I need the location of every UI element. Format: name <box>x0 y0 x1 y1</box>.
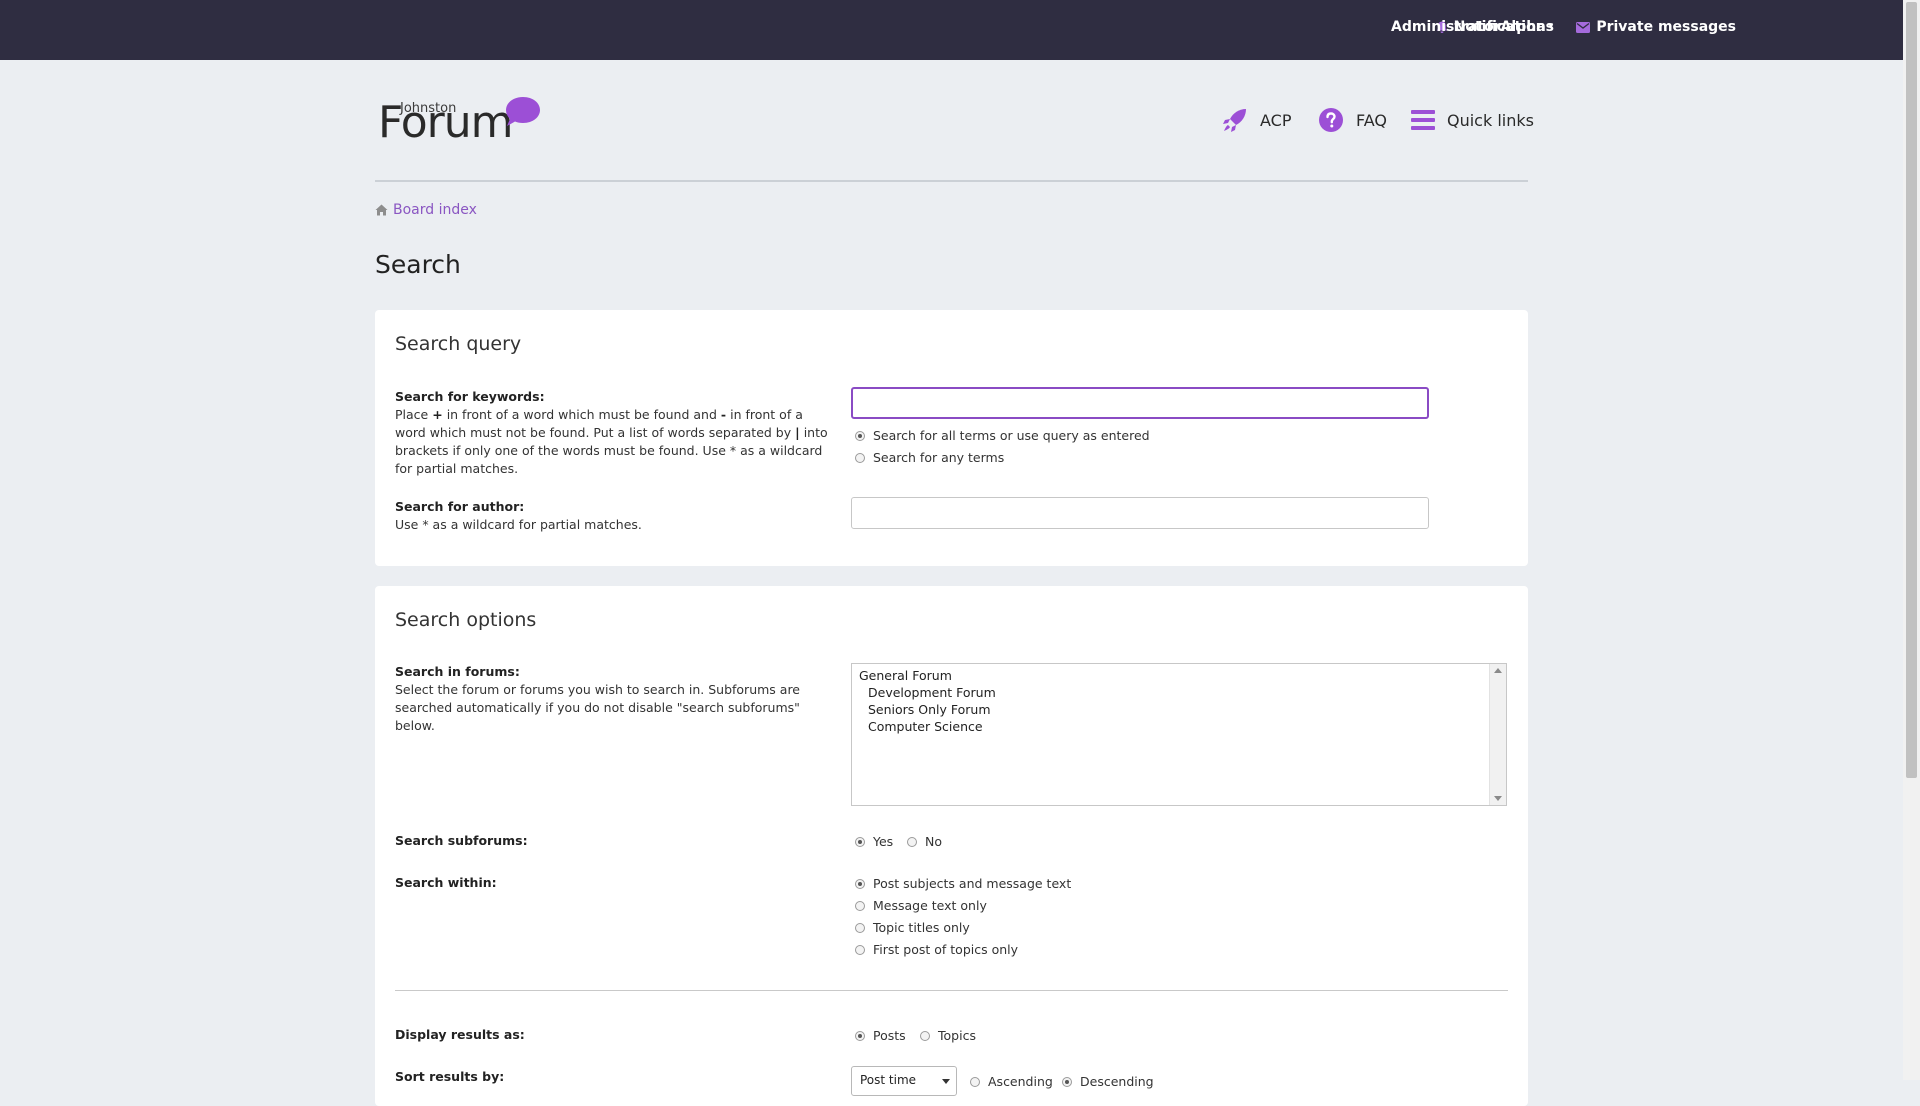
forum-option[interactable]: General Forum <box>859 668 952 683</box>
forums-list-scrollbar[interactable] <box>1489 664 1506 805</box>
subforums-no-radio[interactable]: No <box>907 834 942 849</box>
author-input[interactable] <box>851 497 1429 529</box>
username-label: AdministratorAlpha <box>1391 19 1546 35</box>
forums-select-list[interactable]: General Forum Development Forum Seniors … <box>851 663 1507 806</box>
top-nav-bar: Notifications Private messages Administr… <box>0 0 1903 60</box>
sort-by-value: Post time <box>860 1073 917 1087</box>
author-label: Search for author: <box>395 499 525 514</box>
sort-ascending-label: Ascending <box>988 1074 1053 1089</box>
radio-dot[interactable] <box>855 944 865 955</box>
sort-by-select[interactable]: Post time <box>851 1066 957 1096</box>
radio-dot[interactable] <box>970 1076 980 1087</box>
display-label-block: Display results as: <box>395 1026 835 1044</box>
within-option-radio[interactable]: Topic titles only <box>855 920 970 935</box>
quick-links-label: Quick links <box>1447 110 1534 130</box>
search-query-panel: Search query Search for keywords: Place … <box>375 310 1528 566</box>
subforums-label-block: Search subforums: <box>395 832 835 850</box>
user-menu[interactable]: AdministratorAlpha ▾ <box>1391 0 1553 54</box>
forum-option[interactable]: Computer Science <box>868 719 983 734</box>
author-label-block: Search for author: Use * as a wildcard f… <box>395 498 835 534</box>
within-option-label: First post of topics only <box>873 942 1019 957</box>
within-option-label: Message text only <box>873 898 987 913</box>
radio-dot[interactable] <box>855 430 865 441</box>
within-label-block: Search within: <box>395 874 835 892</box>
within-option-label: Post subjects and message text <box>873 876 1072 891</box>
forum-option[interactable]: Development Forum <box>868 685 996 700</box>
subforums-no-label: No <box>925 834 942 849</box>
keywords-description: Place + in front of a word which must be… <box>395 407 828 476</box>
faq-link[interactable]: FAQ <box>1318 102 1387 138</box>
hamburger-menu-icon <box>1411 110 1435 130</box>
keywords-label: Search for keywords: <box>395 389 545 404</box>
display-topics-label: Topics <box>938 1028 976 1043</box>
envelope-icon <box>1576 21 1591 33</box>
radio-dot[interactable] <box>855 878 865 889</box>
search-options-panel: Search options Search in forums: Select … <box>375 586 1528 1106</box>
site-logo[interactable]: Forum Johnston <box>378 95 548 145</box>
within-label: Search within: <box>395 875 497 890</box>
radio-dot[interactable] <box>855 922 865 933</box>
search-options-heading: Search options <box>395 609 537 631</box>
forums-label: Search in forums: <box>395 664 520 679</box>
keywords-input[interactable] <box>851 387 1429 419</box>
private-messages-label: Private messages <box>1596 19 1736 35</box>
acp-link[interactable]: ACP <box>1222 102 1291 138</box>
author-description: Use * as a wildcard for partial matches. <box>395 517 642 532</box>
quick-links-menu[interactable]: Quick links <box>1411 102 1534 138</box>
keywords-label-block: Search for keywords: Place + in front of… <box>395 388 835 478</box>
page-title: Search <box>375 250 461 279</box>
radio-dot[interactable] <box>855 452 865 463</box>
within-option-radio[interactable]: Post subjects and message text <box>855 876 1071 891</box>
page-scrollbar-thumb[interactable] <box>1906 2 1917 778</box>
display-posts-radio[interactable]: Posts <box>855 1028 906 1043</box>
acp-label: ACP <box>1260 110 1292 130</box>
speech-bubble-icon <box>506 97 540 126</box>
breadcrumb[interactable]: Board index <box>375 202 477 218</box>
radio-dot[interactable] <box>1062 1076 1072 1087</box>
scroll-up-icon[interactable] <box>1494 668 1502 673</box>
radio-dot[interactable] <box>855 1030 865 1041</box>
radio-dot[interactable] <box>855 900 865 911</box>
sort-label: Sort results by: <box>395 1069 505 1084</box>
within-option-label: Topic titles only <box>873 920 970 935</box>
logo-johnston-text: Johnston <box>400 101 457 116</box>
radio-dot[interactable] <box>920 1030 930 1041</box>
question-circle-icon <box>1319 108 1343 132</box>
terms-any-radio[interactable]: Search for any terms <box>855 450 1004 465</box>
board-index-link[interactable]: Board index <box>393 202 477 218</box>
terms-any-label: Search for any terms <box>873 450 1005 465</box>
chevron-down-icon: ▾ <box>1548 22 1554 32</box>
terms-all-label: Search for all terms or use query as ent… <box>873 428 1150 443</box>
sort-label-block: Sort results by: <box>395 1068 835 1086</box>
radio-dot[interactable] <box>907 836 917 847</box>
display-posts-label: Posts <box>873 1028 906 1043</box>
search-query-heading: Search query <box>395 333 522 355</box>
radio-dot[interactable] <box>855 836 865 847</box>
within-option-radio[interactable]: Message text only <box>855 898 987 913</box>
within-option-radio[interactable]: First post of topics only <box>855 942 1018 957</box>
home-icon <box>375 204 388 216</box>
options-divider <box>395 990 1508 991</box>
subforums-label: Search subforums: <box>395 833 528 848</box>
page-scrollbar[interactable] <box>1903 0 1920 1080</box>
forum-option[interactable]: Seniors Only Forum <box>868 702 991 717</box>
scroll-down-icon[interactable] <box>1494 796 1502 801</box>
rocket-icon <box>1223 109 1246 132</box>
display-topics-radio[interactable]: Topics <box>920 1028 976 1043</box>
private-messages-link[interactable]: Private messages <box>1576 0 1736 54</box>
faq-label: FAQ <box>1356 110 1387 130</box>
sort-descending-radio[interactable]: Descending <box>1062 1074 1154 1089</box>
display-label: Display results as: <box>395 1027 525 1042</box>
subforums-yes-radio[interactable]: Yes <box>855 834 893 849</box>
header-divider <box>375 180 1528 182</box>
sort-ascending-radio[interactable]: Ascending <box>970 1074 1053 1089</box>
subforums-yes-label: Yes <box>873 834 894 849</box>
terms-all-radio[interactable]: Search for all terms or use query as ent… <box>855 428 1150 443</box>
sort-descending-label: Descending <box>1080 1074 1154 1089</box>
forums-label-block: Search in forums: Select the forum or fo… <box>395 663 835 735</box>
forums-description: Select the forum or forums you wish to s… <box>395 682 800 733</box>
